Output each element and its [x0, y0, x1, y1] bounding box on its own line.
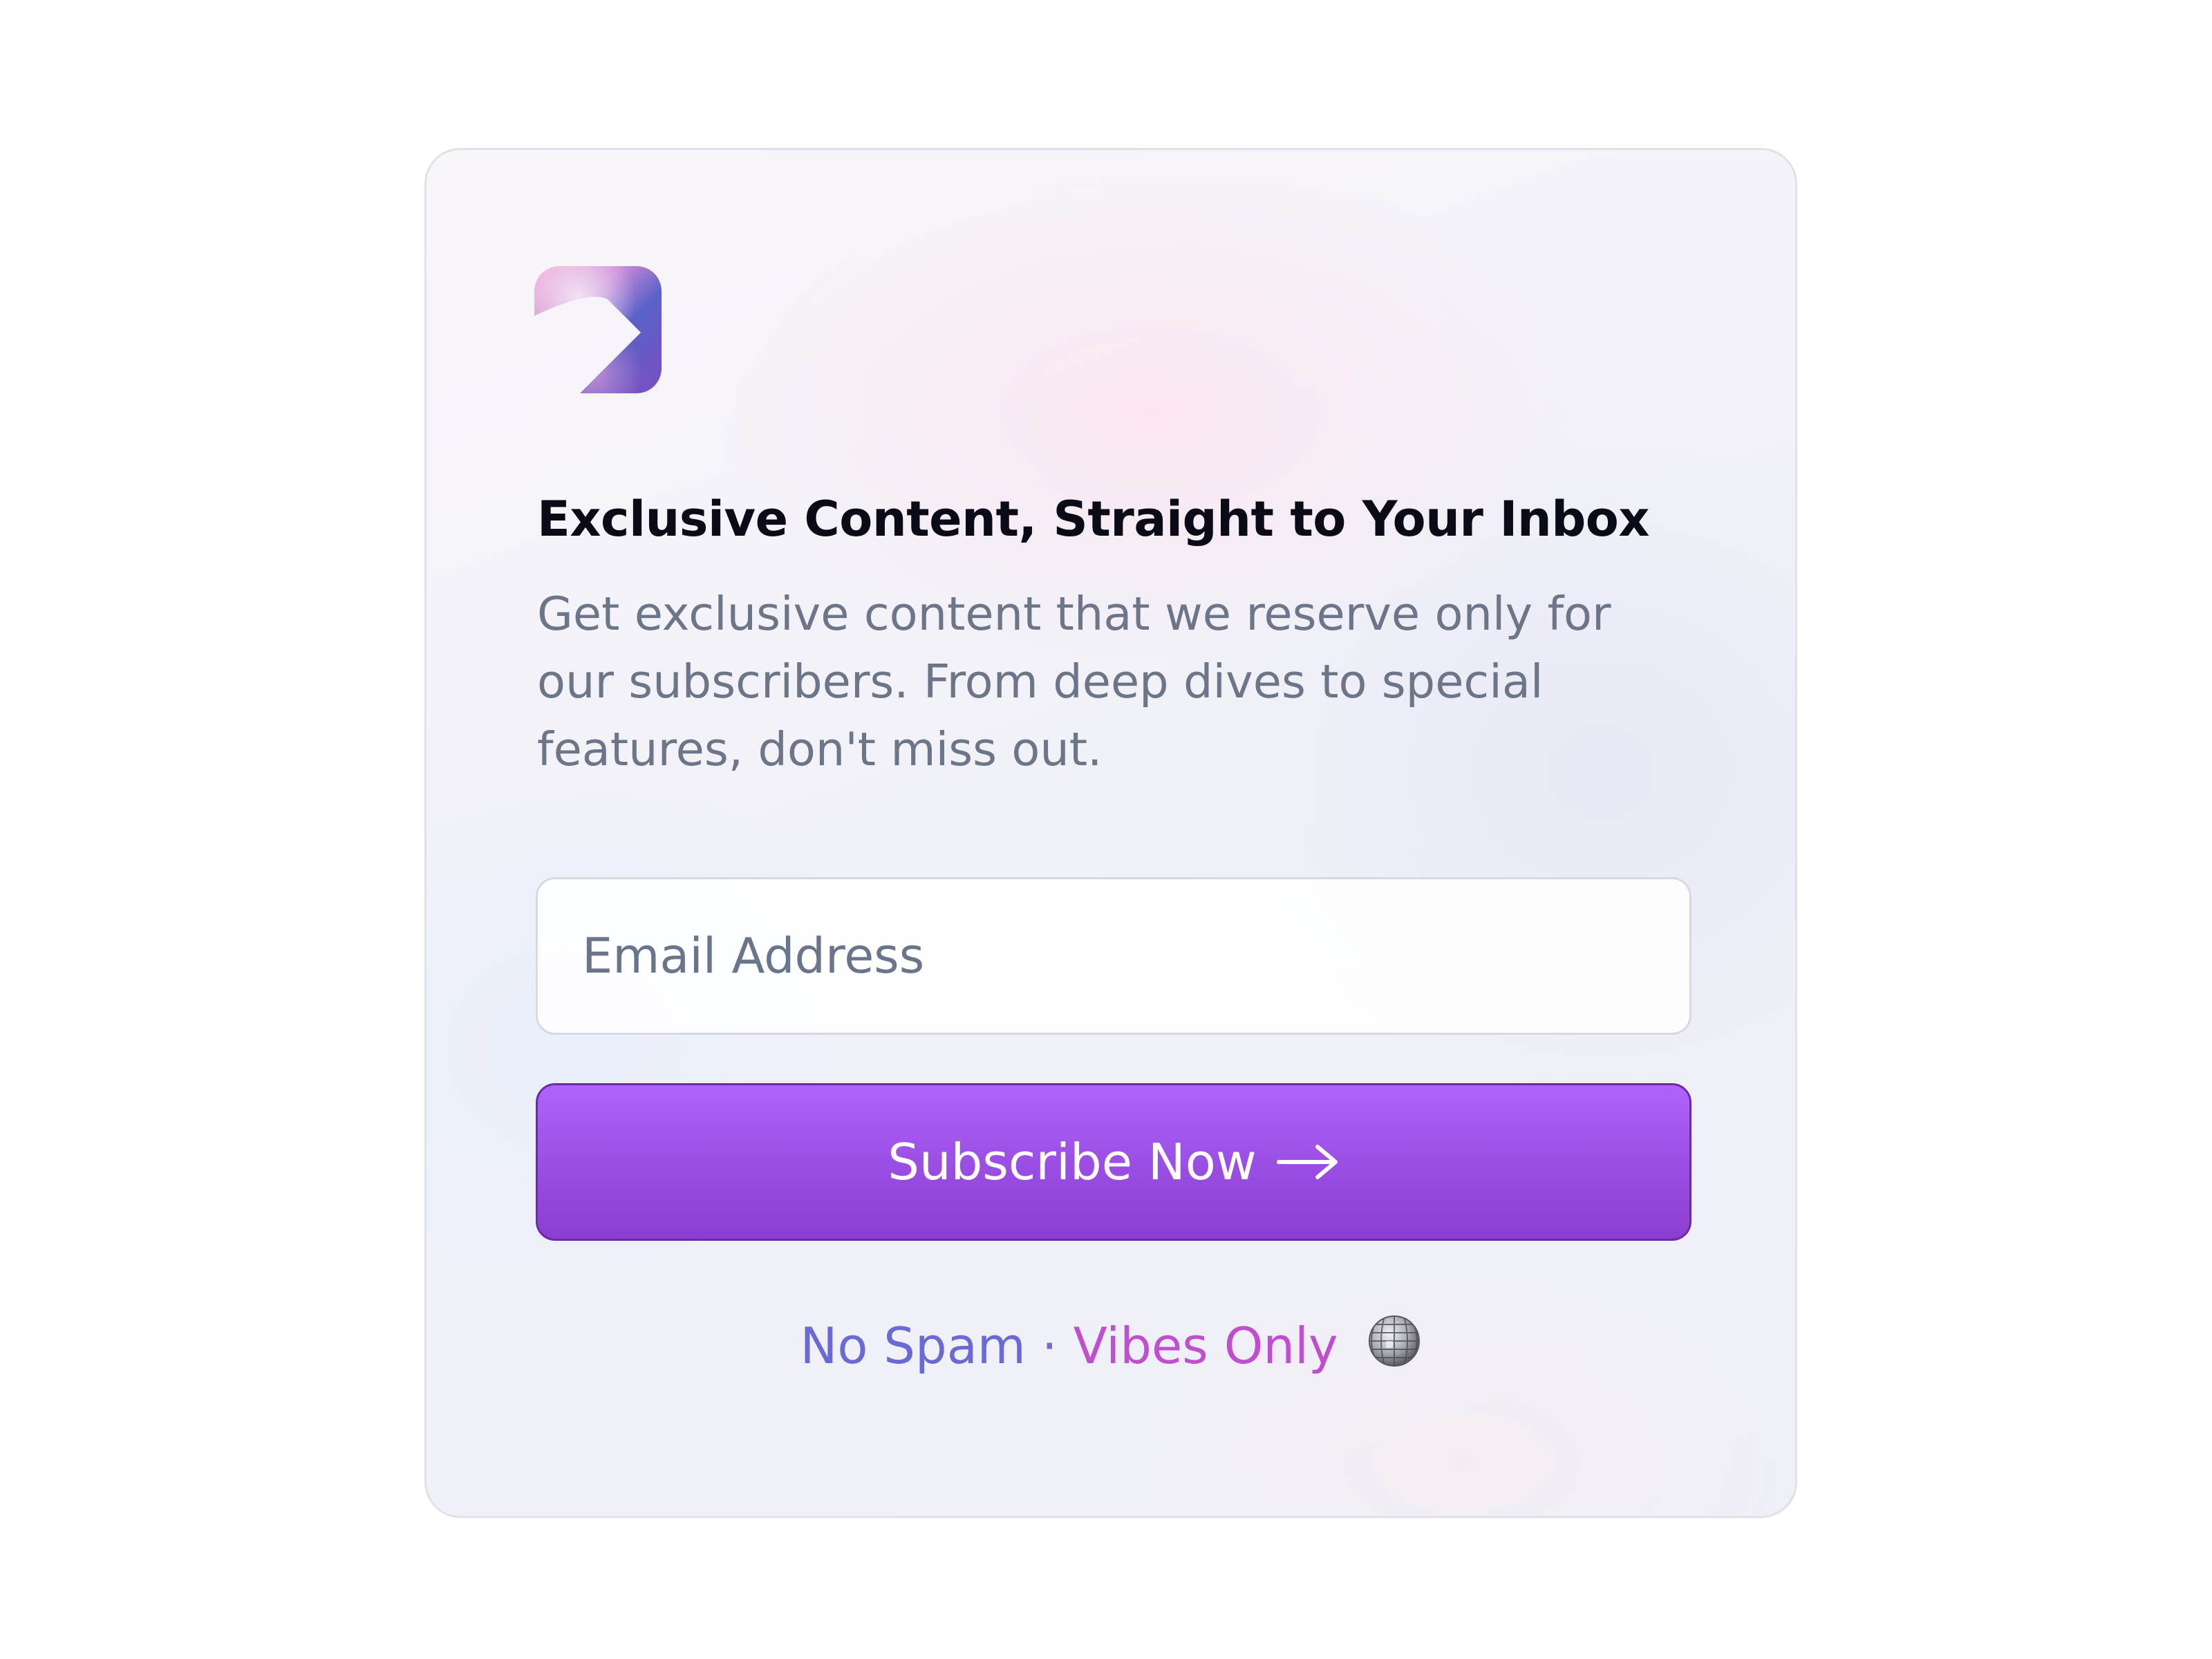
card-description: Get exclusive content that we reserve on…: [537, 587, 1611, 776]
subscribe-button[interactable]: Subscribe Now: [536, 1083, 1691, 1241]
footer-tagline: No Spam · Vibes Only: [427, 1311, 1795, 1380]
tagline-separator: ·: [1041, 1317, 1058, 1375]
card-title: Exclusive Content, Straight to Your Inbo…: [537, 491, 1650, 547]
arrow-right-icon: [1276, 1141, 1340, 1183]
brand-logo-icon: [534, 266, 662, 393]
email-field[interactable]: [536, 877, 1691, 1035]
subscribe-card: Exclusive Content, Straight to Your Inbo…: [424, 148, 1797, 1518]
vibes-only-text: Vibes Only: [1073, 1317, 1338, 1375]
subscribe-button-label: Subscribe Now: [888, 1133, 1257, 1191]
no-spam-text: No Spam: [800, 1317, 1026, 1375]
disco-ball-icon: [1367, 1313, 1422, 1369]
